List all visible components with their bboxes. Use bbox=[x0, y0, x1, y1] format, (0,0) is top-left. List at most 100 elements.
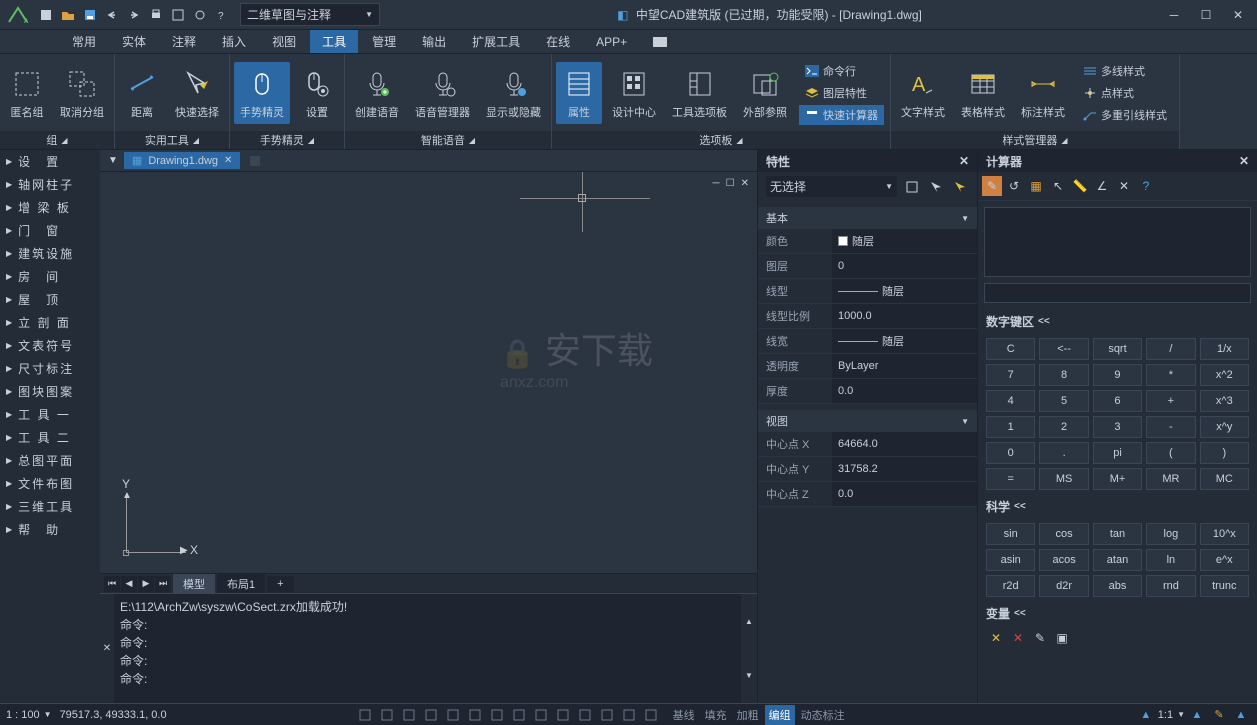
calc-key-+[interactable]: + bbox=[1146, 390, 1195, 412]
view-nav-last[interactable]: ⏭ bbox=[155, 576, 171, 592]
sb-anno-scale[interactable]: 1:1▼ bbox=[1158, 706, 1185, 724]
menu-注释[interactable]: 注释 bbox=[160, 30, 208, 53]
prop-row-透明度[interactable]: 透明度ByLayer bbox=[758, 354, 977, 379]
ribbon-side-点样式[interactable]: 点样式 bbox=[1077, 83, 1173, 103]
new-tab-button[interactable] bbox=[242, 152, 268, 170]
ribbon-外部参照[interactable]: 外部参照 bbox=[737, 62, 793, 124]
calc-key-atan[interactable]: atan bbox=[1093, 549, 1142, 571]
calc-key-acos[interactable]: acos bbox=[1039, 549, 1088, 571]
sidebar-item-文件布图[interactable]: ▶文件布图 bbox=[0, 472, 100, 495]
calc-key-.[interactable]: . bbox=[1039, 442, 1088, 464]
calc-key-e^x[interactable]: e^x bbox=[1200, 549, 1249, 571]
ribbon-快速选择[interactable]: 快速选择 bbox=[169, 62, 225, 124]
sidebar-item-尺寸标注[interactable]: ▶尺寸标注 bbox=[0, 357, 100, 380]
sb-icon-3[interactable]: ✎ bbox=[1209, 706, 1229, 724]
app-logo[interactable]: A bbox=[4, 5, 32, 25]
qat-help-icon[interactable]: ? bbox=[212, 5, 232, 25]
ribbon-设计中心[interactable]: 设计中心 bbox=[606, 62, 662, 124]
calc-key-5[interactable]: 5 bbox=[1039, 390, 1088, 412]
canvas-close-icon[interactable]: ✕ bbox=[741, 178, 749, 189]
filter-icon[interactable] bbox=[951, 178, 969, 196]
add-layout-tab[interactable]: + bbox=[267, 576, 293, 592]
var-btn-2[interactable]: ✕ bbox=[1008, 628, 1028, 648]
calc-key-x^3[interactable]: x^3 bbox=[1200, 390, 1249, 412]
calc-key-asin[interactable]: asin bbox=[986, 549, 1035, 571]
sidebar-item-文表符号[interactable]: ▶文表符号 bbox=[0, 334, 100, 357]
ribbon-side-命令行[interactable]: 命令行 bbox=[799, 61, 884, 81]
ribbon-距离[interactable]: 距离 bbox=[119, 62, 165, 124]
ribbon-表格样式[interactable]: 表格样式 bbox=[955, 62, 1011, 124]
prop-row-线宽[interactable]: 线宽随层 bbox=[758, 329, 977, 354]
cmd-handle[interactable]: ✕ bbox=[100, 594, 114, 703]
calc-key-6[interactable]: 6 bbox=[1093, 390, 1142, 412]
calc-tool-5[interactable]: 📏 bbox=[1070, 176, 1090, 196]
calc-key-log[interactable]: log bbox=[1146, 523, 1195, 545]
props-basic-section[interactable]: 基本 ▼ bbox=[758, 207, 977, 229]
prop-row-中心点 Z[interactable]: 中心点 Z0.0 bbox=[758, 482, 977, 507]
document-tab[interactable]: ▦ Drawing1.dwg ✕ bbox=[124, 152, 241, 169]
var-btn-3[interactable]: ✎ bbox=[1030, 628, 1050, 648]
menu-在线[interactable]: 在线 bbox=[534, 30, 582, 53]
menu-工具[interactable]: 工具 bbox=[310, 30, 358, 53]
calc-key-sin[interactable]: sin bbox=[986, 523, 1035, 545]
status-ortho-icon[interactable] bbox=[399, 706, 419, 724]
calc-key-pi[interactable]: pi bbox=[1093, 442, 1142, 464]
menu-扩展工具[interactable]: 扩展工具 bbox=[460, 30, 532, 53]
sidebar-item-门窗[interactable]: ▶门 窗 bbox=[0, 219, 100, 242]
close-tab-icon[interactable]: ✕ bbox=[224, 155, 232, 166]
calc-key-1/x[interactable]: 1/x bbox=[1200, 338, 1249, 360]
calc-key-MR[interactable]: MR bbox=[1146, 468, 1195, 490]
calc-key-trunc[interactable]: trunc bbox=[1200, 575, 1249, 597]
view-nav-next[interactable]: ▶ bbox=[138, 576, 154, 592]
var-btn-1[interactable]: ✕ bbox=[986, 628, 1006, 648]
drawing-canvas[interactable]: ─ ☐ ✕ 🔒 安下载 anxz.com ▲ ▶ Y X bbox=[100, 172, 757, 573]
status-grid-icon[interactable] bbox=[377, 706, 397, 724]
status-iso-icon[interactable] bbox=[619, 706, 639, 724]
calc-key-8[interactable]: 8 bbox=[1039, 364, 1088, 386]
calc-key-([interactable]: ( bbox=[1146, 442, 1195, 464]
prop-row-中心点 X[interactable]: 中心点 X64664.0 bbox=[758, 432, 977, 457]
calc-key-10^x[interactable]: 10^x bbox=[1200, 523, 1249, 545]
calc-key-cos[interactable]: cos bbox=[1039, 523, 1088, 545]
ribbon-side-图层特性[interactable]: 图层特性 bbox=[799, 83, 884, 103]
calc-key-0[interactable]: 0 bbox=[986, 442, 1035, 464]
status-编组[interactable]: 编组 bbox=[765, 705, 795, 725]
status-polar-icon[interactable] bbox=[421, 706, 441, 724]
command-window[interactable]: E:\112\ArchZw\syszw\CoSect.zrx加载成功!命令:命令… bbox=[114, 594, 741, 703]
sidebar-item-工具一[interactable]: ▶工 具 一 bbox=[0, 403, 100, 426]
maximize-button[interactable]: ☐ bbox=[1191, 5, 1221, 25]
calc-tool-help[interactable]: ? bbox=[1136, 176, 1156, 196]
calc-key-d2r[interactable]: d2r bbox=[1039, 575, 1088, 597]
status-otrack-icon[interactable] bbox=[465, 706, 485, 724]
quick-select-icon[interactable] bbox=[927, 178, 945, 196]
status-lwt-icon[interactable] bbox=[531, 706, 551, 724]
prop-row-线型[interactable]: 线型随层 bbox=[758, 279, 977, 304]
calc-key-<--[interactable]: <-- bbox=[1039, 338, 1088, 360]
qat-plot-icon[interactable] bbox=[168, 5, 188, 25]
status-dyn-icon[interactable] bbox=[509, 706, 529, 724]
ribbon-设置[interactable]: 设置 bbox=[294, 62, 340, 124]
prop-row-颜色[interactable]: 颜色随层 bbox=[758, 229, 977, 254]
ribbon-创建语音[interactable]: 创建语音 bbox=[349, 62, 405, 124]
menu-APP+[interactable]: APP+ bbox=[584, 32, 639, 52]
calc-key-=[interactable]: = bbox=[986, 468, 1035, 490]
qat-redo-icon[interactable] bbox=[124, 5, 144, 25]
prop-row-厚度[interactable]: 厚度0.0 bbox=[758, 379, 977, 404]
calc-key-9[interactable]: 9 bbox=[1093, 364, 1142, 386]
ribbon-语音管理器[interactable]: 语音管理器 bbox=[409, 62, 476, 124]
sidebar-item-增梁板[interactable]: ▶增 梁 板 bbox=[0, 196, 100, 219]
ribbon-文字样式[interactable]: A文字样式 bbox=[895, 62, 951, 124]
ribbon-取消分组[interactable]: 取消分组 bbox=[54, 62, 110, 124]
menu-常用[interactable]: 常用 bbox=[60, 30, 108, 53]
ribbon-工具选项板[interactable]: 工具选项板 bbox=[666, 62, 733, 124]
calc-key-ln[interactable]: ln bbox=[1146, 549, 1195, 571]
calc-key-x^y[interactable]: x^y bbox=[1200, 416, 1249, 438]
menu-视图[interactable]: 视图 bbox=[260, 30, 308, 53]
status-tpc-icon[interactable] bbox=[553, 706, 573, 724]
sidebar-item-建筑设施[interactable]: ▶建筑设施 bbox=[0, 242, 100, 265]
prop-row-线型比例[interactable]: 线型比例1000.0 bbox=[758, 304, 977, 329]
menu-extra-icon[interactable] bbox=[641, 34, 679, 50]
calc-tool-1[interactable]: ✎ bbox=[982, 176, 1002, 196]
calc-var-header[interactable]: 变量<< bbox=[978, 601, 1257, 626]
cmd-scroll-up[interactable]: ▲ bbox=[741, 594, 757, 649]
